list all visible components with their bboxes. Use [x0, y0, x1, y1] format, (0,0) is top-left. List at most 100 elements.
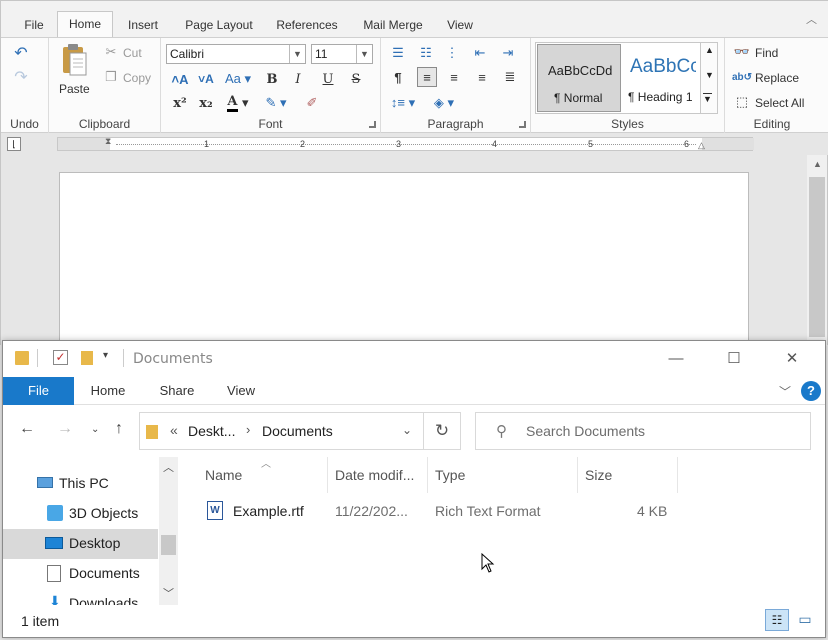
redo-icon[interactable]: ↷ [11, 68, 31, 86]
forward-arrow-icon[interactable]: → [57, 420, 73, 438]
copy-button[interactable]: Copy [123, 71, 151, 85]
select-all-icon[interactable]: ⬚ [733, 94, 751, 110]
italic-icon[interactable]: I [289, 70, 307, 88]
font-size-combo[interactable]: 11 ▼ [311, 44, 373, 64]
indent-marker-icon[interactable]: ⧗ [105, 136, 111, 147]
more-styles-icon[interactable]: ▼ [703, 93, 712, 104]
align-left-icon[interactable]: ≡ [417, 67, 437, 87]
details-view-icon[interactable]: ☷ [765, 609, 789, 631]
chevron-up-icon[interactable]: ▲ [813, 159, 822, 169]
document-page[interactable] [59, 172, 749, 352]
tab-references[interactable]: References [269, 13, 345, 37]
expand-ribbon-icon[interactable]: ﹀ [779, 383, 791, 400]
replace-button[interactable]: Replace [755, 71, 799, 85]
chevron-up-icon[interactable]: ▲ [705, 45, 714, 55]
tab-file[interactable]: File [15, 13, 53, 37]
nav-item-downloads[interactable]: ⬇ Downloads [3, 589, 158, 605]
address-bar[interactable]: « Deskt... › Documents ⌄ [139, 412, 424, 450]
binoculars-icon[interactable]: 👓 [733, 44, 751, 60]
minimize-button[interactable]: — [653, 347, 699, 371]
tab-file[interactable]: File [3, 377, 74, 405]
quick-access-dropdown-icon[interactable]: ▾ [103, 350, 108, 361]
copy-icon[interactable]: ❐ [103, 69, 119, 85]
font-color-icon[interactable]: A ▾ [223, 94, 253, 112]
nav-item-3d-objects[interactable]: 3D Objects [3, 499, 158, 529]
chevron-right-icon[interactable]: › [246, 422, 250, 437]
tab-share[interactable]: Share [149, 377, 205, 405]
decrease-indent-icon[interactable]: ⇤ [471, 44, 489, 62]
justify-icon[interactable]: ≣ [501, 68, 519, 86]
column-header-date[interactable]: Date modif... [335, 465, 414, 493]
editor-vertical-scrollbar[interactable]: ▲ [807, 155, 827, 346]
search-box[interactable]: ⚲ Search Documents [475, 412, 811, 450]
tab-selector-icon[interactable]: ⌊ [7, 137, 21, 151]
back-arrow-icon[interactable]: ← [19, 420, 35, 438]
scroll-thumb[interactable] [809, 177, 825, 337]
tab-insert[interactable]: Insert [117, 13, 169, 37]
paste-button[interactable]: Paste [59, 82, 90, 96]
close-button[interactable]: ✕ [769, 347, 815, 371]
line-spacing-icon[interactable]: ↕≡ ▾ [389, 94, 417, 112]
tab-home[interactable]: Home [81, 377, 135, 405]
column-header-name[interactable]: Name [205, 465, 242, 493]
chevron-up-icon[interactable]: ︿ [163, 459, 174, 475]
cut-icon[interactable]: ✂ [103, 44, 119, 60]
replace-icon[interactable]: ab↺ [732, 69, 752, 85]
shading-icon[interactable]: ◈ ▾ [429, 94, 459, 112]
bullets-icon[interactable]: ☰ [389, 44, 407, 62]
breadcrumb-desktop[interactable]: Deskt... [188, 423, 235, 439]
undo-icon[interactable]: ↶ [11, 44, 31, 62]
horizontal-ruler[interactable]: 1 2 3 4 5 6 ⧗ △ [57, 136, 754, 151]
font-dialog-launcher-icon[interactable] [369, 121, 376, 128]
superscript-icon[interactable]: x² [169, 94, 191, 112]
up-arrow-icon[interactable]: ↑ [115, 420, 123, 438]
paragraph-dialog-launcher-icon[interactable] [519, 121, 526, 128]
select-all-button[interactable]: Select All [755, 96, 804, 110]
multilevel-list-icon[interactable]: ⋮ [443, 44, 461, 62]
right-indent-marker-icon[interactable]: △ [698, 140, 705, 151]
file-name[interactable]: Example.rtf [233, 503, 304, 519]
nav-item-documents[interactable]: Documents [3, 559, 158, 589]
column-header-size[interactable]: Size [585, 465, 612, 493]
refresh-icon[interactable]: ↻ [424, 412, 461, 450]
nav-scrollbar[interactable]: ︿ ﹀ [159, 457, 178, 605]
increase-indent-icon[interactable]: ⇥ [499, 44, 517, 62]
paste-icon[interactable] [59, 42, 89, 78]
styles-gallery-scroller[interactable]: ▲ ▼ ▼ [700, 42, 718, 114]
align-center-icon[interactable]: ≡ [445, 68, 463, 86]
tab-view[interactable]: View [439, 13, 481, 37]
nav-item-desktop[interactable]: Desktop [3, 529, 158, 559]
highlight-color-icon[interactable]: ✎ ▾ [261, 94, 291, 112]
tab-view[interactable]: View [217, 377, 265, 405]
column-header-type[interactable]: Type [435, 465, 465, 493]
help-icon[interactable]: ? [801, 381, 821, 401]
large-icons-view-icon[interactable]: ▭ [793, 609, 817, 631]
scroll-thumb[interactable] [161, 535, 176, 555]
tab-home[interactable]: Home [57, 11, 113, 38]
recent-locations-icon[interactable]: ⌄ [91, 424, 99, 435]
style-normal[interactable]: AaBbCcDd ¶ Normal [537, 44, 621, 112]
new-folder-icon[interactable] [81, 351, 93, 365]
clear-formatting-icon[interactable]: ✐ [301, 94, 323, 112]
style-heading-1[interactable]: AaBbCc ¶ Heading 1 [624, 44, 698, 112]
collapse-ribbon-icon[interactable]: ︿ [806, 11, 817, 27]
chevron-down-icon[interactable]: ▼ [289, 45, 305, 63]
chevron-down-icon[interactable]: ﹀ [163, 585, 174, 601]
show-formatting-icon[interactable]: ¶ [389, 68, 407, 86]
bold-icon[interactable]: B [263, 70, 281, 88]
find-button[interactable]: Find [755, 46, 778, 60]
breadcrumb-documents[interactable]: Documents [262, 423, 333, 439]
grow-font-icon[interactable]: ˄A [169, 70, 191, 88]
subscript-icon[interactable]: x₂ [195, 94, 217, 112]
shrink-font-icon[interactable]: ˅A [195, 70, 217, 88]
align-right-icon[interactable]: ≡ [473, 68, 491, 86]
underline-icon[interactable]: U [319, 70, 337, 88]
numbering-icon[interactable]: ☷ [417, 44, 435, 62]
maximize-button[interactable]: ☐ [711, 347, 757, 371]
change-case-icon[interactable]: Aa ▾ [223, 70, 253, 88]
chevron-down-icon[interactable]: ▼ [705, 70, 714, 80]
tab-mail-merge[interactable]: Mail Merge [353, 13, 433, 37]
tab-page-layout[interactable]: Page Layout [175, 13, 263, 37]
chevron-down-icon[interactable]: ▼ [356, 45, 372, 63]
chevron-down-icon[interactable]: ⌄ [402, 423, 412, 437]
